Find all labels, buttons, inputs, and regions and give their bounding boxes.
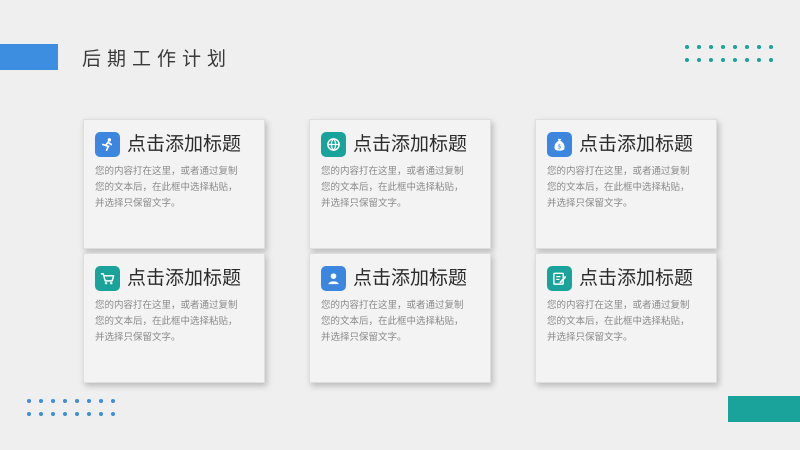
card-text-line: 您的文本后，在此框中选择粘贴， [547, 316, 690, 327]
card-title[interactable]: 点击添加标题 [353, 131, 467, 157]
card-text-line: 并选择只保留文字。 [95, 332, 181, 343]
decorative-dot [685, 58, 689, 62]
accent-bar-left [0, 44, 58, 70]
decorative-dot [99, 412, 103, 416]
decorative-dot [75, 412, 79, 416]
card-header: 点击添加标题 [547, 265, 705, 291]
decorative-dot [709, 45, 713, 49]
decorative-dot [721, 45, 725, 49]
card-title[interactable]: 点击添加标题 [579, 131, 693, 157]
card-text-line: 并选择只保留文字。 [95, 198, 181, 209]
card-text-line: 您的内容打在这里，或者通过复制 [321, 300, 464, 311]
card-title[interactable]: 点击添加标题 [127, 265, 241, 291]
decorative-dot [769, 58, 773, 62]
decorative-dot [39, 399, 43, 403]
card-body[interactable]: 您的内容打在这里，或者通过复制 您的文本后，在此框中选择粘贴， 并选择只保留文字… [95, 164, 253, 212]
decorative-dot [733, 45, 737, 49]
card-text-line: 您的文本后，在此框中选择粘贴， [321, 316, 464, 327]
decorative-dot [51, 399, 55, 403]
card-3[interactable]: $ 点击添加标题 您的内容打在这里，或者通过复制 您的文本后，在此框中选择粘贴，… [535, 119, 717, 249]
card-title[interactable]: 点击添加标题 [127, 131, 241, 157]
card-text-line: 您的内容打在这里，或者通过复制 [547, 300, 690, 311]
running-person-icon [95, 131, 120, 157]
decorative-dot [39, 412, 43, 416]
decorative-dot [685, 45, 689, 49]
decorative-dot [697, 58, 701, 62]
card-text-line: 您的文本后，在此框中选择粘贴， [95, 182, 238, 193]
decorative-dot [87, 399, 91, 403]
card-header: 点击添加标题 [321, 131, 479, 157]
card-text-line: 您的内容打在这里，或者通过复制 [95, 300, 238, 311]
svg-text:$: $ [557, 142, 561, 150]
card-body[interactable]: 您的内容打在这里，或者通过复制 您的文本后，在此框中选择粘贴， 并选择只保留文字… [547, 164, 705, 212]
card-title[interactable]: 点击添加标题 [579, 265, 693, 291]
card-body[interactable]: 您的内容打在这里，或者通过复制 您的文本后，在此框中选择粘贴， 并选择只保留文字… [321, 298, 479, 346]
decorative-dot [111, 399, 115, 403]
decorative-dot [99, 399, 103, 403]
decorative-dot [709, 58, 713, 62]
decorative-dot [745, 45, 749, 49]
card-header: 点击添加标题 [321, 265, 479, 291]
card-text-line: 并选择只保留文字。 [547, 332, 633, 343]
card-6[interactable]: 点击添加标题 您的内容打在这里，或者通过复制 您的文本后，在此框中选择粘贴， 并… [535, 253, 717, 383]
card-text-line: 并选择只保留文字。 [321, 198, 407, 209]
card-text-line: 您的内容打在这里，或者通过复制 [321, 166, 464, 177]
card-body[interactable]: 您的内容打在这里，或者通过复制 您的文本后，在此框中选择粘贴， 并选择只保留文字… [547, 298, 705, 346]
user-icon [321, 265, 346, 291]
decorative-dot [745, 58, 749, 62]
card-body[interactable]: 您的内容打在这里，或者通过复制 您的文本后，在此框中选择粘贴， 并选择只保留文字… [321, 164, 479, 212]
decorative-dot [63, 399, 67, 403]
card-title[interactable]: 点击添加标题 [353, 265, 467, 291]
decorative-dot [697, 45, 701, 49]
decorative-dot [721, 58, 725, 62]
card-header: $ 点击添加标题 [547, 131, 705, 157]
decorative-dot [111, 412, 115, 416]
card-1[interactable]: 点击添加标题 您的内容打在这里，或者通过复制 您的文本后，在此框中选择粘贴， 并… [83, 119, 265, 249]
decorative-dot [27, 399, 31, 403]
accent-bar-right [728, 396, 800, 422]
card-text-line: 您的内容打在这里，或者通过复制 [95, 166, 238, 177]
decorative-dot [733, 58, 737, 62]
decorative-dot [757, 58, 761, 62]
card-text-line: 您的内容打在这里，或者通过复制 [547, 166, 690, 177]
card-header: 点击添加标题 [95, 131, 253, 157]
globe-icon [321, 131, 346, 157]
card-2[interactable]: 点击添加标题 您的内容打在这里，或者通过复制 您的文本后，在此框中选择粘贴， 并… [309, 119, 491, 249]
card-header: 点击添加标题 [95, 265, 253, 291]
decorative-dot [87, 412, 91, 416]
shopping-cart-icon [95, 265, 120, 291]
decorative-dot [63, 412, 67, 416]
edit-note-icon [547, 265, 572, 291]
decorative-dot [27, 412, 31, 416]
card-text-line: 并选择只保留文字。 [547, 198, 633, 209]
card-text-line: 您的文本后，在此框中选择粘贴， [95, 316, 238, 327]
card-text-line: 并选择只保留文字。 [321, 332, 407, 343]
decorative-dot [51, 412, 55, 416]
decorative-dot [769, 45, 773, 49]
decorative-dots-top [685, 45, 773, 62]
page-title: 后期工作计划 [82, 48, 233, 70]
card-4[interactable]: 点击添加标题 您的内容打在这里，或者通过复制 您的文本后，在此框中选择粘贴， 并… [83, 253, 265, 383]
decorative-dot [757, 45, 761, 49]
money-bag-icon: $ [547, 131, 572, 157]
decorative-dot [75, 399, 79, 403]
card-body[interactable]: 您的内容打在这里，或者通过复制 您的文本后，在此框中选择粘贴， 并选择只保留文字… [95, 298, 253, 346]
decorative-dots-bottom [27, 399, 115, 416]
card-text-line: 您的文本后，在此框中选择粘贴， [547, 182, 690, 193]
card-5[interactable]: 点击添加标题 您的内容打在这里，或者通过复制 您的文本后，在此框中选择粘贴， 并… [309, 253, 491, 383]
card-text-line: 您的文本后，在此框中选择粘贴， [321, 182, 464, 193]
